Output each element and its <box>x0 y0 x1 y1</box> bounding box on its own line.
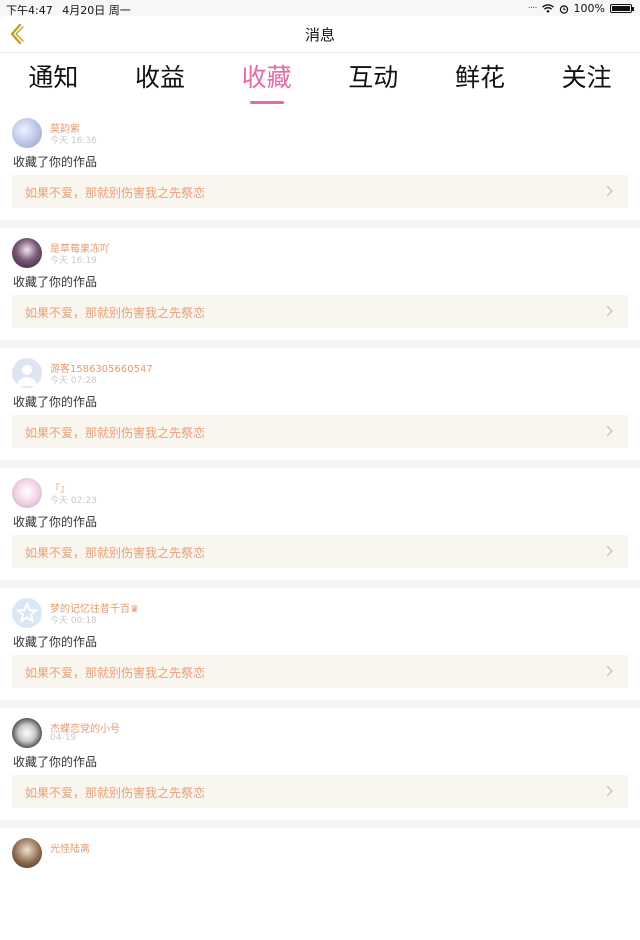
status-bar: 下午4:47 4月20日 周一 ···· 100% <box>0 0 640 17</box>
action-text: 收藏了你的作品 <box>13 155 98 169</box>
timestamp: 今天 16:36 <box>50 136 97 146</box>
alarm-icon <box>559 4 568 14</box>
divider <box>0 820 640 828</box>
star-icon <box>15 601 39 624</box>
list-item: 杰蝶恋党的小号 04-19 收藏了你的作品 如果不爱，那就别伤害我之先祭恋 <box>0 708 640 820</box>
timestamp: 今天 02:23 <box>50 496 97 506</box>
work-title: 如果不爱，那就别伤害我之先祭恋 <box>25 426 206 440</box>
work-link[interactable]: 如果不爱，那就别伤害我之先祭恋 <box>12 175 628 208</box>
tab-follows[interactable]: 关注 <box>556 56 618 100</box>
signal-icon: ···· <box>527 3 538 14</box>
chevron-right-icon <box>606 545 614 557</box>
list-item: 莫韵紫 今天 16:36 收藏了你的作品 如果不爱，那就别伤害我之先祭恋 <box>0 108 640 220</box>
action-text: 收藏了你的作品 <box>13 755 98 769</box>
avatar[interactable] <box>12 838 42 868</box>
action-text: 收藏了你的作品 <box>13 395 98 409</box>
avatar[interactable] <box>12 118 42 148</box>
tab-earnings[interactable]: 收益 <box>129 56 191 100</box>
work-title: 如果不爱，那就别伤害我之先祭恋 <box>25 546 206 560</box>
list-item: 光怪陆离 <box>0 828 640 940</box>
work-title: 如果不爱，那就别伤害我之先祭恋 <box>25 666 206 680</box>
divider <box>0 700 640 708</box>
chevron-right-icon <box>606 785 614 797</box>
action-text: 收藏了你的作品 <box>13 275 98 289</box>
list-item: 『』 今天 02:23 收藏了你的作品 如果不爱，那就别伤害我之先祭恋 <box>0 468 640 580</box>
work-link[interactable]: 如果不爱，那就别伤害我之先祭恋 <box>12 415 628 448</box>
divider <box>0 460 640 468</box>
action-text: 收藏了你的作品 <box>13 515 98 529</box>
work-link[interactable]: 如果不爱，那就别伤害我之先祭恋 <box>12 655 628 688</box>
tab-bar: 通知 收益 收藏 互动 鲜花 关注 <box>0 53 640 104</box>
chevron-right-icon <box>606 305 614 317</box>
divider <box>0 580 640 588</box>
tab-flowers[interactable]: 鲜花 <box>449 56 511 100</box>
list-item: 梦的记忆往昔千百♛ 今天 00:18 收藏了你的作品 如果不爱，那就别伤害我之先… <box>0 588 640 700</box>
default-avatar-icon <box>17 365 37 386</box>
wifi-icon <box>541 3 554 13</box>
work-link[interactable]: 如果不爱，那就别伤害我之先祭恋 <box>12 535 628 568</box>
list-item: 是草莓果冻吖 今天 16:19 收藏了你的作品 如果不爱，那就别伤害我之先祭恋 <box>0 228 640 340</box>
list-item: 游客1586305660547 今天 07:28 收藏了你的作品 如果不爱，那就… <box>0 348 640 460</box>
work-title: 如果不爱，那就别伤害我之先祭恋 <box>25 786 206 800</box>
chevron-right-icon <box>606 185 614 197</box>
battery-icon <box>610 4 634 13</box>
divider <box>0 220 640 228</box>
divider <box>0 340 640 348</box>
chevron-right-icon <box>606 425 614 437</box>
timestamp: 今天 00:18 <box>50 616 97 626</box>
avatar[interactable] <box>12 238 42 268</box>
chevron-right-icon <box>606 665 614 677</box>
nav-bar: 消息 <box>0 16 640 53</box>
work-link[interactable]: 如果不爱，那就别伤害我之先祭恋 <box>12 295 628 328</box>
tab-interactions[interactable]: 互动 <box>342 56 404 100</box>
status-right: ···· 100% <box>527 2 634 15</box>
message-list: 莫韵紫 今天 16:36 收藏了你的作品 如果不爱，那就别伤害我之先祭恋 是草莓… <box>0 108 640 940</box>
avatar[interactable] <box>12 358 42 388</box>
avatar[interactable] <box>12 718 42 748</box>
timestamp: 今天 07:28 <box>50 376 97 386</box>
battery-percent: 100% <box>573 2 605 15</box>
page-title: 消息 <box>304 26 335 44</box>
tab-favorites[interactable]: 收藏 <box>236 56 298 104</box>
action-text: 收藏了你的作品 <box>13 635 98 649</box>
work-link[interactable]: 如果不爱，那就别伤害我之先祭恋 <box>12 775 628 808</box>
avatar[interactable] <box>12 478 42 508</box>
timestamp: 04-19 <box>50 733 77 743</box>
avatar[interactable] <box>12 598 42 628</box>
timestamp: 今天 16:19 <box>50 256 97 266</box>
work-title: 如果不爱，那就别伤害我之先祭恋 <box>25 306 206 320</box>
tab-notifications[interactable]: 通知 <box>22 56 84 100</box>
work-title: 如果不爱，那就别伤害我之先祭恋 <box>25 186 206 200</box>
